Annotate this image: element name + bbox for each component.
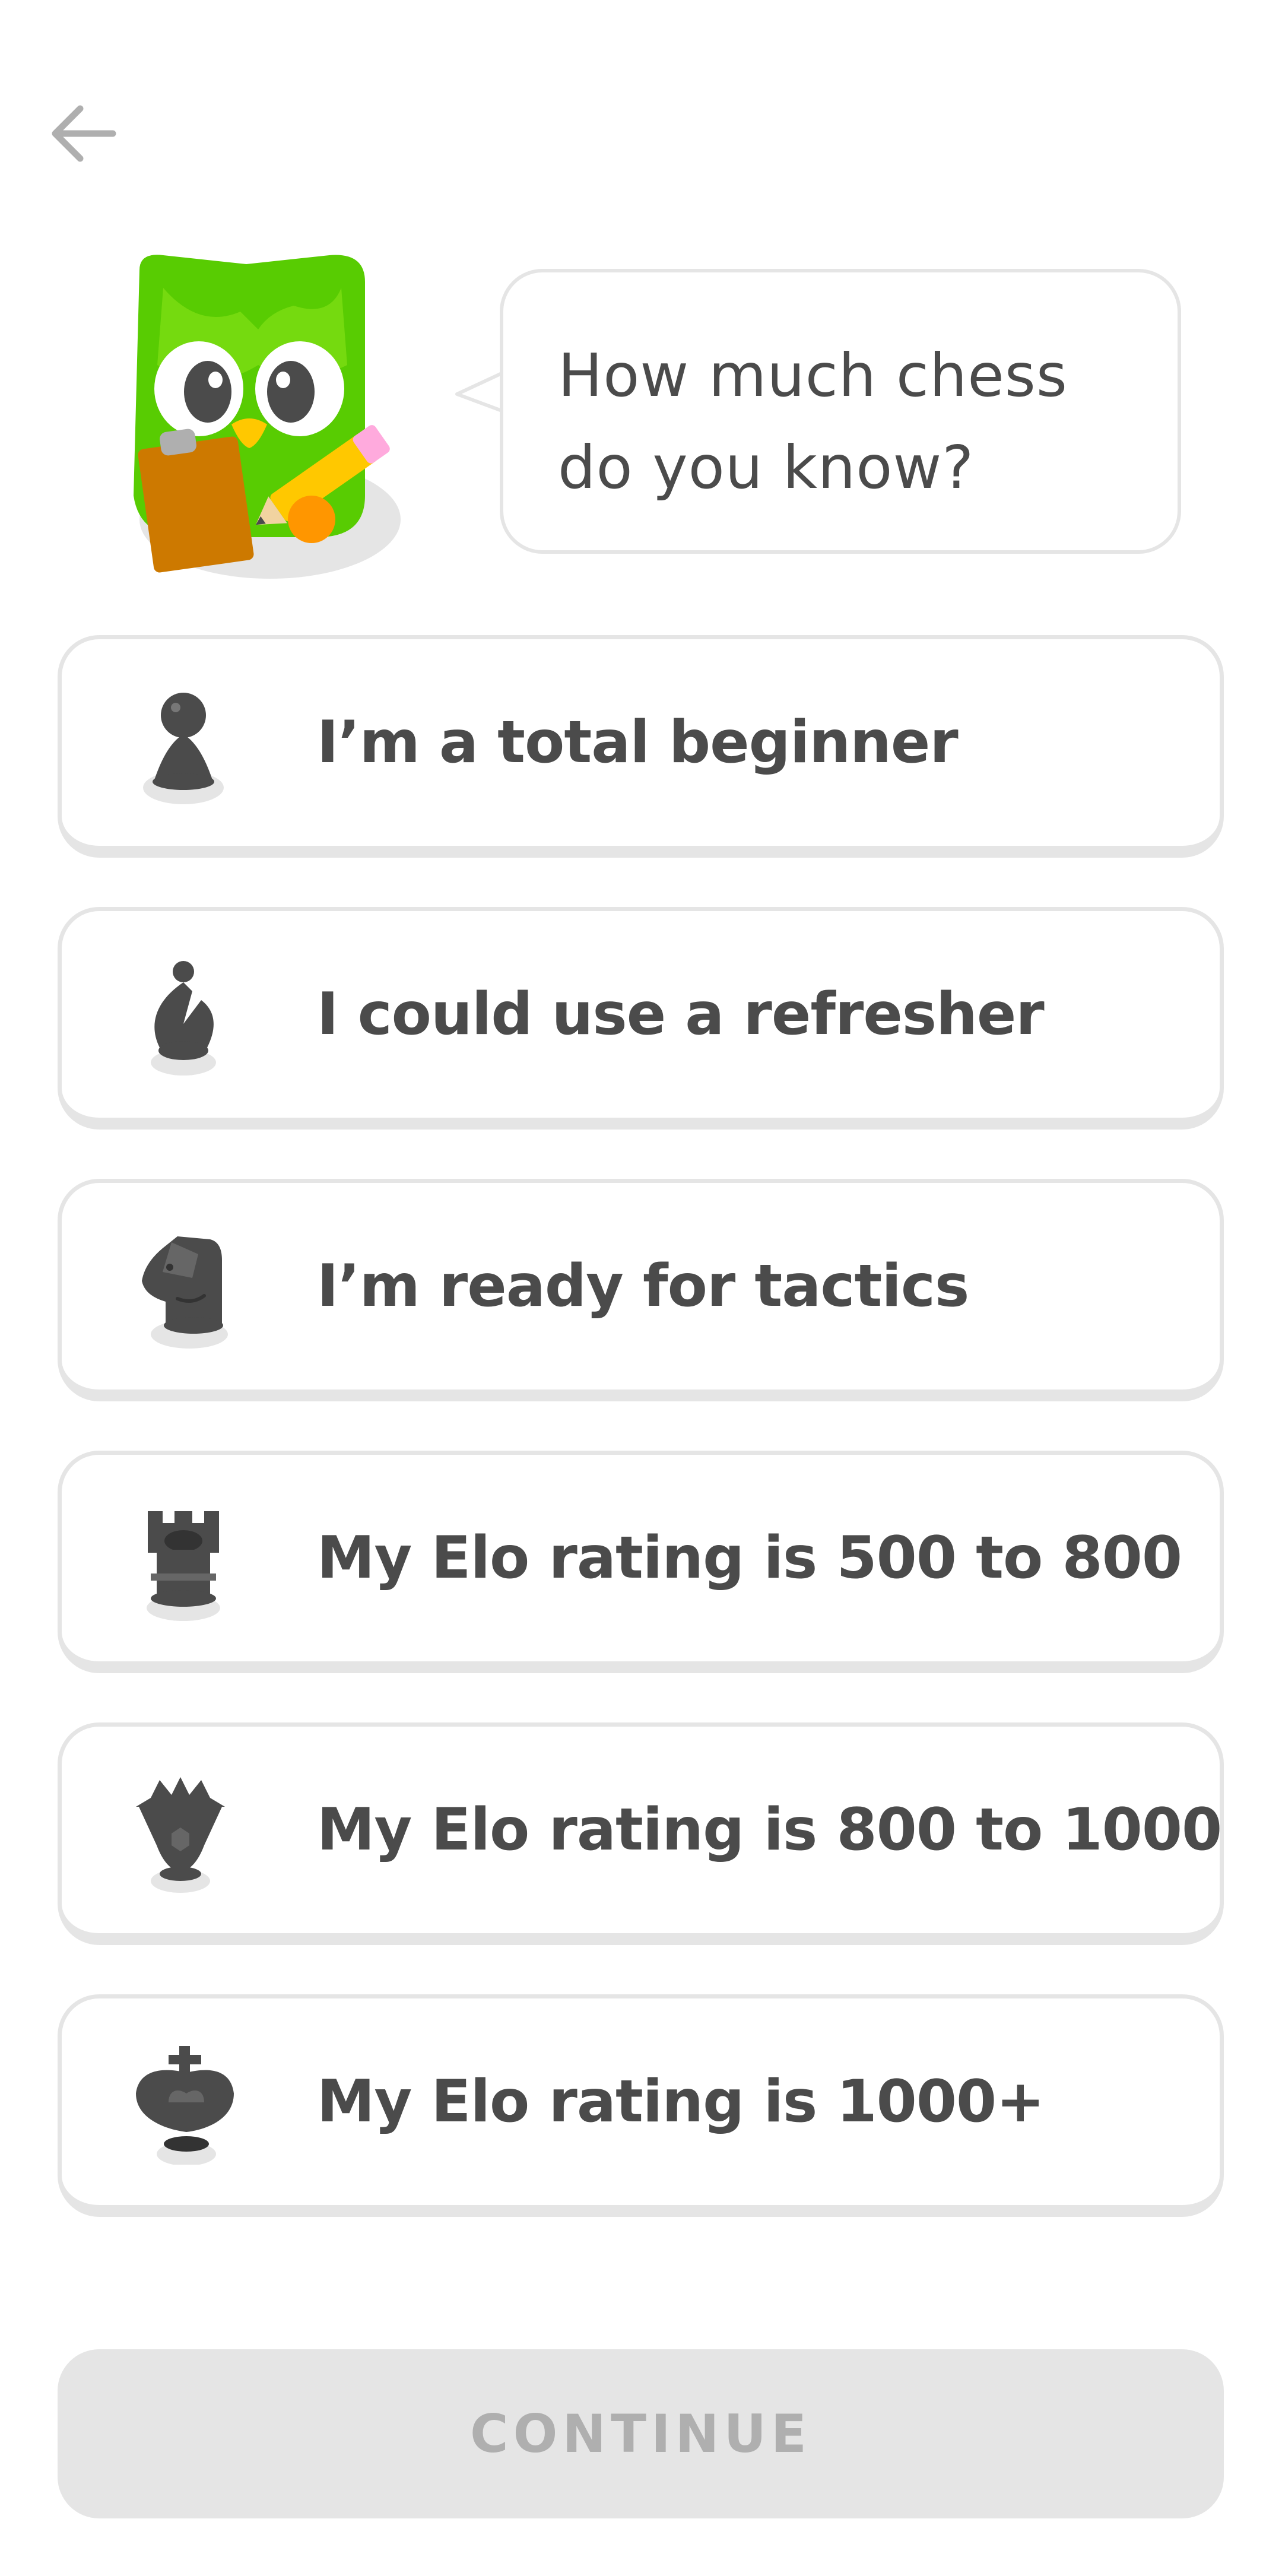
queen-icon xyxy=(127,1774,240,1893)
option-label: I’m a total beginner xyxy=(317,709,959,776)
option-label: My Elo rating is 800 to 1000 xyxy=(317,1796,1222,1864)
back-button[interactable] xyxy=(42,92,125,175)
option-elo-500-800[interactable]: My Elo rating is 500 to 800 xyxy=(58,1451,1224,1673)
bishop-icon xyxy=(127,959,240,1077)
rook-icon xyxy=(127,1502,240,1621)
arrow-left-icon xyxy=(52,105,116,162)
option-label: My Elo rating is 500 to 800 xyxy=(317,1524,1182,1592)
option-label: My Elo rating is 1000+ xyxy=(317,2068,1045,2136)
option-elo-1000-plus[interactable]: My Elo rating is 1000+ xyxy=(58,1994,1224,2217)
king-icon xyxy=(127,2046,240,2165)
option-ready-for-tactics[interactable]: I’m ready for tactics xyxy=(58,1179,1224,1401)
continue-button[interactable]: CONTINUE xyxy=(58,2349,1224,2518)
option-refresher[interactable]: I could use a refresher xyxy=(58,907,1224,1130)
option-elo-800-1000[interactable]: My Elo rating is 800 to 1000 xyxy=(58,1722,1224,1945)
owl-mascot xyxy=(122,246,401,579)
option-label: I’m ready for tactics xyxy=(317,1252,969,1320)
options-list: I’m a total beginner I could use a refre… xyxy=(58,635,1224,2266)
prompt-text: How much chess do you know? xyxy=(558,341,1068,502)
speech-bubble: How much chess do you know? xyxy=(500,269,1181,554)
option-total-beginner[interactable]: I’m a total beginner xyxy=(58,635,1224,858)
knight-icon xyxy=(127,1230,240,1349)
option-label: I could use a refresher xyxy=(317,981,1045,1048)
pawn-icon xyxy=(127,687,240,805)
